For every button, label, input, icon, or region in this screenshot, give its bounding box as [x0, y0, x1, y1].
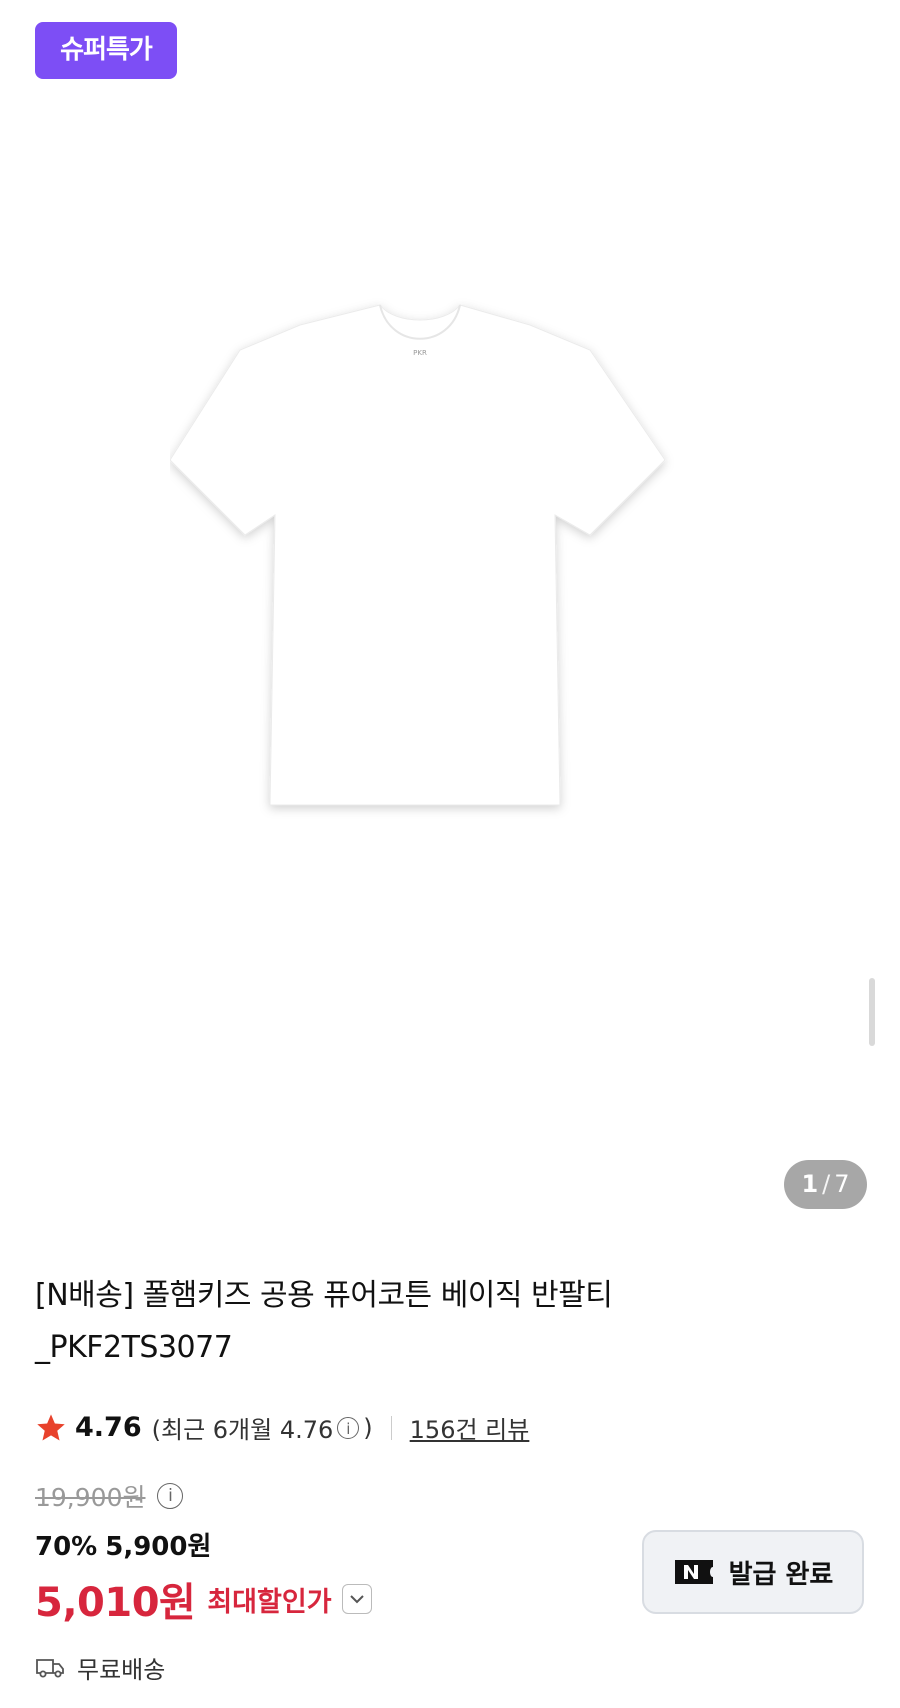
truck-icon	[36, 1658, 64, 1677]
scroll-indicator	[869, 978, 875, 1046]
super-deal-badge: 슈퍼특가	[35, 22, 177, 79]
recent-rating-close: )	[363, 1413, 373, 1442]
star-icon	[37, 1413, 65, 1441]
chevron-down-icon[interactable]	[341, 1584, 372, 1614]
recent-rating: (최근 6개월 4.76 i )	[152, 1410, 373, 1445]
discount-price: 5,900원	[105, 1532, 212, 1562]
product-info: [N배송] 폴햄키즈 공용 퓨어코튼 베이직 반팔티 _PKF2TS3077 4…	[35, 1270, 865, 1626]
product-image-gallery[interactable]: 슈퍼특가 PKR 1/7	[0, 0, 900, 1250]
discount-price-row: 70% 5,900원	[35, 1526, 211, 1563]
shipping-label: 무료배송	[77, 1656, 166, 1684]
naver-coupon-icon	[674, 1560, 713, 1584]
counter-separator: /	[822, 1170, 831, 1198]
divider	[390, 1415, 392, 1440]
image-counter: 1/7	[784, 1160, 867, 1209]
original-price-row: 19,900원 i	[35, 1478, 187, 1514]
shipping-info: 무료배송	[35, 1650, 165, 1685]
discount-rate: 70%	[35, 1532, 98, 1562]
coupon-issued-button[interactable]: 발급 완료	[642, 1530, 864, 1614]
original-price: 19,900원	[35, 1483, 146, 1512]
review-count-link[interactable]: 156건 리뷰	[410, 1410, 530, 1445]
rating-row: 4.76 (최근 6개월 4.76 i ) 156건 리뷰	[35, 1410, 529, 1445]
tshirt-image: PKR	[170, 304, 666, 806]
total-images-number: 7	[834, 1170, 850, 1198]
recent-rating-text: (최근 6개월 4.76	[151, 1416, 334, 1444]
svg-text:PKR: PKR	[413, 349, 427, 357]
rating-value: 4.76	[75, 1412, 142, 1443]
info-icon[interactable]: i	[337, 1416, 360, 1439]
max-discount-price: 5,010원	[35, 1580, 196, 1626]
current-image-number: 1	[801, 1170, 819, 1198]
product-title-line1: [N배송] 폴햄키즈 공용 퓨어코튼 베이직 반팔티	[35, 1278, 613, 1313]
price-info-icon[interactable]: i	[157, 1483, 184, 1509]
product-title: [N배송] 폴햄키즈 공용 퓨어코튼 베이직 반팔티 _PKF2TS3077	[35, 1270, 865, 1374]
product-title-line2: _PKF2TS3077	[35, 1330, 233, 1365]
max-discount-label: 최대할인가	[207, 1586, 332, 1618]
coupon-label: 발급 완료	[728, 1559, 834, 1590]
max-discount-row: 5,010원 최대할인가	[35, 1570, 372, 1628]
